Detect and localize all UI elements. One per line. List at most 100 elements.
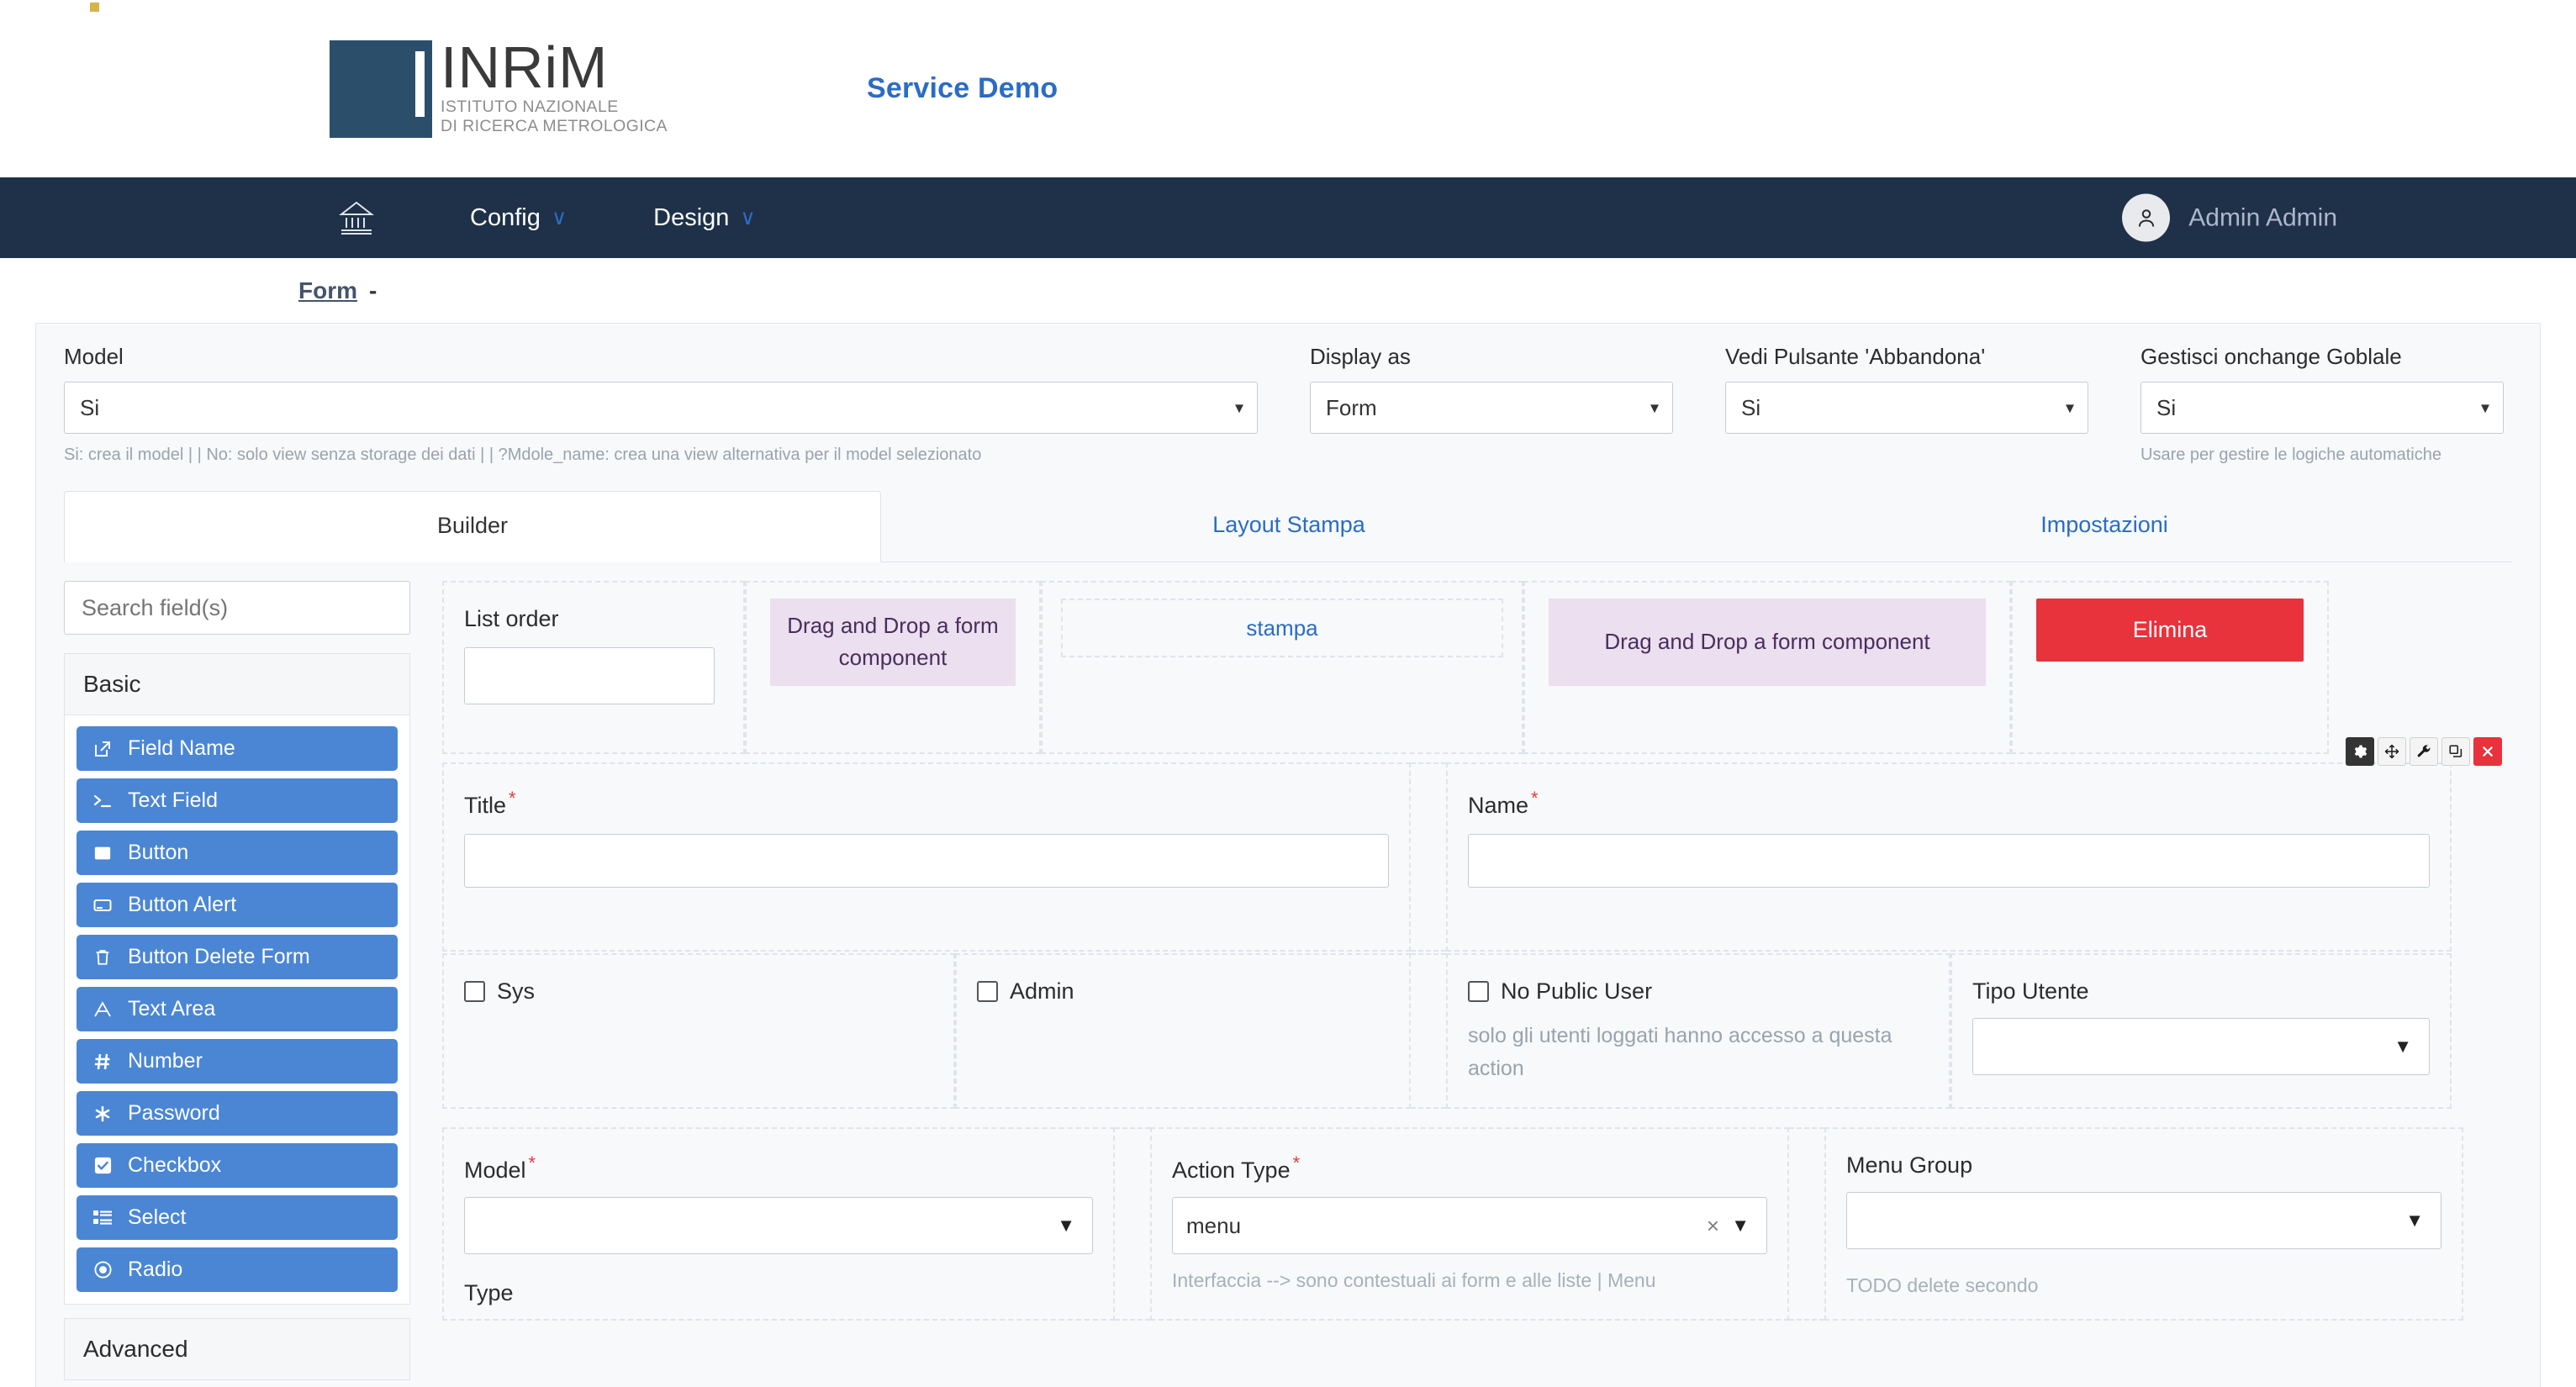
action-type-select[interactable]: menu × ▼	[1172, 1197, 1767, 1254]
cell-no-public-user: No Public User solo gli utenti loggati h…	[1446, 953, 1950, 1109]
cell-sys: Sys	[442, 953, 955, 1109]
logo-mark	[330, 40, 432, 138]
gestisci-onchange-select[interactable]: Si ▾	[2141, 382, 2504, 434]
checkbox-no-public-user-box[interactable]	[1468, 981, 1489, 1002]
cell-tipo-utente: Tipo Utente ▼	[1950, 953, 2452, 1109]
logo-wordmark: INRiM ISTITUTO NAZIONALE DI RICERCA METR…	[90, 3, 668, 138]
dropzone-2[interactable]: Drag and Drop a form component	[1549, 599, 1986, 686]
component-button-label: Button	[128, 841, 189, 864]
component-group-basic: Basic Field Name Text Field Button Butto…	[64, 653, 410, 1305]
component-password[interactable]: Password	[77, 1091, 398, 1136]
nav-item-config[interactable]: Config ∨	[470, 204, 567, 232]
component-radio[interactable]: Radio	[77, 1247, 398, 1292]
component-group-advanced-title: Advanced	[65, 1319, 409, 1379]
component-text-field-label: Text Field	[128, 788, 218, 812]
elimina-button[interactable]: Elimina	[2036, 599, 2304, 662]
component-field-name[interactable]: Field Name	[77, 726, 398, 771]
name-label-text: Name	[1468, 793, 1529, 818]
model-field-select[interactable]: ▼	[464, 1197, 1093, 1254]
gear-icon[interactable]	[2346, 737, 2374, 766]
tab-impostazioni-label: Impostazioni	[2040, 512, 2168, 537]
cell-elimina: Elimina	[2011, 581, 2329, 754]
canvas-row-1: List order Drag and Drop a form componen…	[442, 581, 2512, 754]
component-text-area-label: Text Area	[128, 997, 216, 1020]
clear-icon[interactable]: ×	[1707, 1213, 1719, 1239]
required-marker: *	[509, 788, 516, 809]
component-button-delete-form[interactable]: Button Delete Form	[77, 935, 398, 979]
main-navbar: Config ∨ Design ∨ Admin Admin	[0, 177, 2576, 258]
dropzone-1[interactable]: Drag and Drop a form component	[770, 599, 1016, 686]
field-display-as: Display as Form ▾	[1310, 344, 1673, 466]
tab-builder[interactable]: Builder	[64, 491, 881, 562]
breadcrumb-link-form[interactable]: Form	[298, 277, 357, 304]
inrim-logo: INRiM ISTITUTO NAZIONALE DI RICERCA METR…	[90, 3, 668, 138]
vedi-pulsante-select[interactable]: Si ▾	[1725, 382, 2088, 434]
field-vedi-pulsante-label: Vedi Pulsante 'Abbandona'	[1725, 344, 1986, 369]
component-select[interactable]: Select	[77, 1195, 398, 1240]
required-marker: *	[528, 1152, 536, 1173]
cell-title: Title *	[442, 762, 1411, 952]
menu-group-select[interactable]: ▼	[1846, 1192, 2441, 1249]
app-title: Service Demo	[867, 72, 1058, 104]
checkbox-no-public-user[interactable]: No Public User	[1468, 978, 1929, 1005]
component-checkbox-label: Checkbox	[128, 1153, 222, 1177]
model-field-label: Model *	[464, 1152, 1093, 1184]
external-link-icon	[90, 739, 115, 759]
checkbox-admin[interactable]: Admin	[977, 978, 1389, 1005]
checkbox-admin-box[interactable]	[977, 981, 998, 1002]
breadcrumb: Form -	[0, 258, 2576, 323]
logo-bar: INRiM ISTITUTO NAZIONALE DI RICERCA METR…	[0, 0, 2576, 177]
copy-icon[interactable]	[2441, 737, 2470, 766]
name-input[interactable]	[1468, 834, 2430, 888]
title-input[interactable]	[464, 834, 1389, 888]
model-select[interactable]: Si ▾	[64, 382, 1258, 434]
cell-model-field: Model * ▼ Type	[442, 1127, 1115, 1321]
checkbox-sys-box[interactable]	[464, 981, 485, 1002]
component-number[interactable]: Number	[77, 1039, 398, 1084]
cell-dropzone-1[interactable]: Drag and Drop a form component	[745, 581, 1041, 754]
avatar	[2122, 193, 2171, 242]
field-model-label: Model	[64, 344, 124, 369]
tipo-utente-select[interactable]: ▼	[1972, 1018, 2430, 1075]
vedi-pulsante-select-value: Si	[1741, 394, 1761, 420]
component-text-field[interactable]: Text Field	[77, 778, 398, 823]
cell-spacer	[1115, 1127, 1150, 1321]
close-icon[interactable]	[2473, 737, 2502, 766]
checkbox-checked-icon	[90, 1156, 115, 1175]
component-button-alert-label: Button Alert	[128, 893, 237, 916]
component-text-area[interactable]: Text Area	[77, 987, 398, 1031]
search-input[interactable]	[64, 581, 410, 635]
component-button-alert[interactable]: Button Alert	[77, 883, 398, 927]
user-menu[interactable]: Admin Admin	[2122, 193, 2337, 242]
checkbox-sys[interactable]: Sys	[464, 978, 933, 1005]
rectangle-outline-icon	[90, 895, 115, 915]
cell-spacer	[1411, 953, 1446, 1109]
required-marker: *	[1292, 1152, 1301, 1173]
no-public-user-hint: solo gli utenti loggati hanno accesso a …	[1468, 1024, 1892, 1080]
tab-impostazioni[interactable]: Impostazioni	[1697, 491, 2512, 562]
list-order-input[interactable]	[464, 647, 715, 704]
component-group-basic-items: Field Name Text Field Button Button Aler…	[65, 715, 409, 1304]
cell-dropzone-2[interactable]: Drag and Drop a form component	[1523, 581, 2011, 754]
hash-icon	[90, 1052, 115, 1072]
model-select-value: Si	[80, 394, 100, 420]
stampa-link[interactable]: stampa	[1246, 615, 1317, 641]
tab-layout-stampa[interactable]: Layout Stampa	[881, 491, 1697, 562]
move-icon[interactable]	[2378, 737, 2406, 766]
chevron-down-icon: ▼	[1731, 1215, 1750, 1236]
stampa-wrapper: stampa	[1061, 599, 1503, 657]
bank-icon[interactable]	[330, 194, 383, 241]
tipo-utente-label: Tipo Utente	[1972, 978, 2089, 1004]
wrench-icon[interactable]	[2410, 737, 2438, 766]
field-gestisci-onchange: Gestisci onchange Goblale Si ▾ Usare per…	[2141, 344, 2504, 466]
component-button[interactable]: Button	[77, 831, 398, 875]
chevron-down-icon: ▼	[2405, 1210, 2424, 1231]
nav-item-design[interactable]: Design ∨	[653, 204, 756, 232]
display-as-select[interactable]: Form ▾	[1310, 382, 1673, 434]
component-password-label: Password	[128, 1101, 220, 1125]
required-marker: *	[1531, 788, 1539, 809]
terminal-icon	[90, 791, 115, 811]
component-checkbox[interactable]: Checkbox	[77, 1143, 398, 1188]
title-label: Title *	[464, 788, 1389, 819]
component-group-basic-title: Basic	[65, 654, 409, 715]
